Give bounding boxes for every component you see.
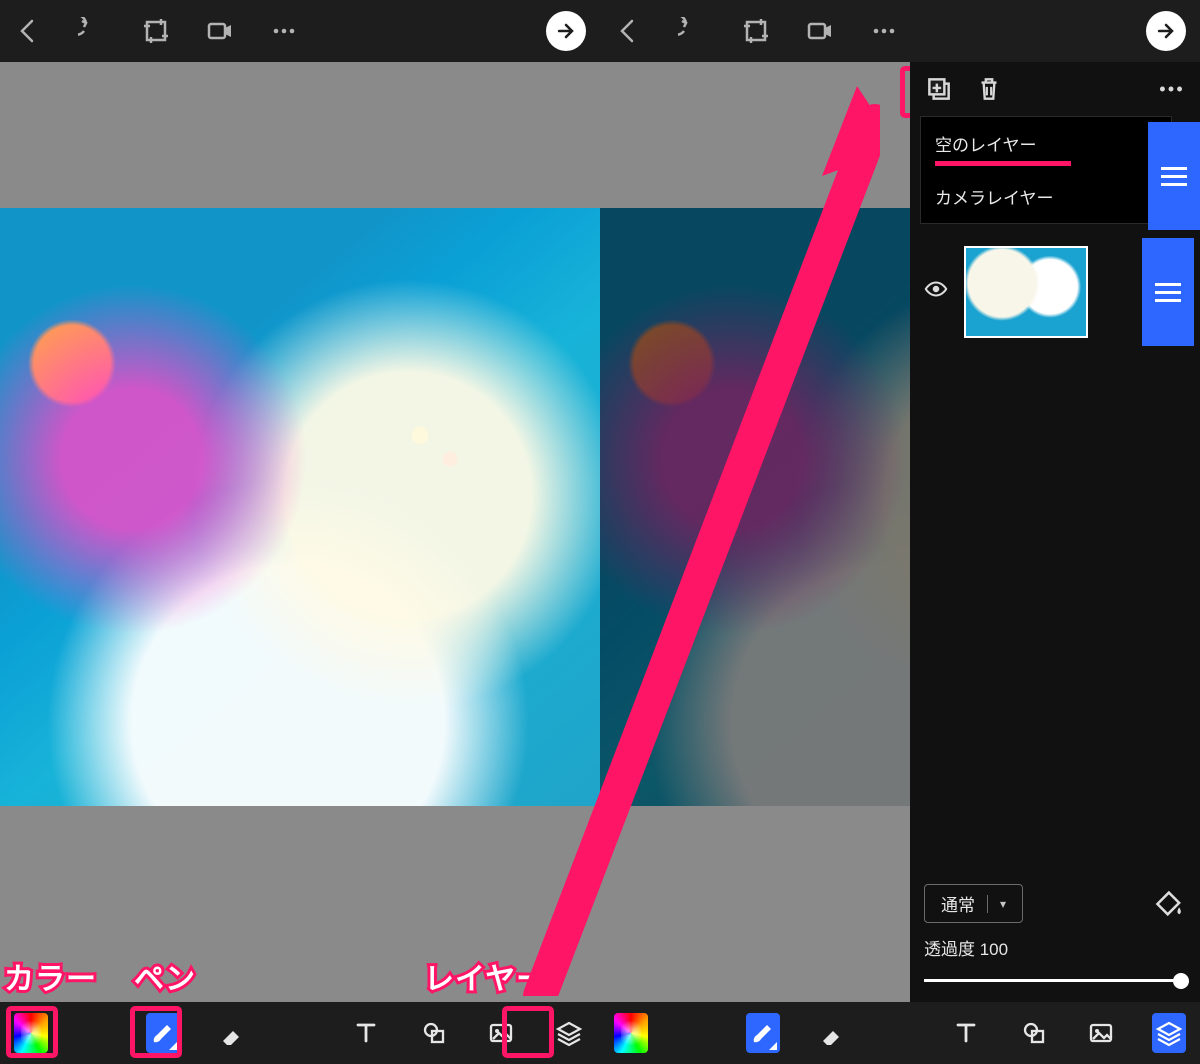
record-icon[interactable]: [806, 17, 834, 45]
color-tool[interactable]: [614, 1013, 648, 1053]
eraser-tool[interactable]: [814, 1013, 848, 1053]
back-icon[interactable]: [614, 17, 642, 45]
image-tool[interactable]: [485, 1013, 519, 1053]
layer-drag-handle[interactable]: [1142, 238, 1194, 346]
layer-row[interactable]: [910, 238, 1200, 346]
add-layer-icon[interactable]: [924, 74, 954, 104]
canvas[interactable]: [0, 62, 600, 1002]
brush-tool[interactable]: [746, 1013, 780, 1053]
hl-underline: [935, 161, 1071, 166]
opacity-slider[interactable]: [924, 972, 1186, 988]
visibility-eye-icon[interactable]: [916, 276, 956, 309]
trash-icon[interactable]: [974, 74, 1004, 104]
more-icon[interactable]: [270, 17, 298, 45]
blend-mode-label: 通常: [941, 891, 975, 916]
text-tool[interactable]: [349, 1013, 383, 1053]
layers-tool[interactable]: [1152, 1013, 1186, 1053]
layers-tool[interactable]: [552, 1013, 586, 1053]
eraser-tool[interactable]: [214, 1013, 248, 1053]
bottom-toolbar: [600, 1002, 1200, 1064]
crop-icon[interactable]: [742, 17, 770, 45]
topbar: [0, 0, 600, 62]
bottom-toolbar: [0, 1002, 600, 1064]
topbar: [600, 0, 1200, 62]
more-icon[interactable]: [870, 17, 898, 45]
undo-icon[interactable]: [78, 17, 106, 45]
photo: [0, 208, 600, 806]
record-icon[interactable]: [206, 17, 234, 45]
brush-tool[interactable]: [146, 1013, 180, 1053]
chevron-down-icon: ▾: [1000, 897, 1006, 911]
layers-panel: 空のレイヤー カメラレイヤー 通常 ▾ 透過度 100: [910, 62, 1200, 1002]
undo-icon[interactable]: [678, 17, 706, 45]
add-layer-menu: 空のレイヤー カメラレイヤー: [920, 116, 1172, 224]
more-icon[interactable]: [1156, 74, 1186, 104]
next-button[interactable]: [546, 11, 586, 51]
color-tool[interactable]: [14, 1013, 48, 1053]
next-button[interactable]: [1146, 11, 1186, 51]
opacity-label: 透過度 100: [924, 935, 1186, 960]
layer-thumb[interactable]: [964, 246, 1088, 338]
crop-icon[interactable]: [142, 17, 170, 45]
image-tool[interactable]: [1085, 1013, 1119, 1053]
shape-tool[interactable]: [417, 1013, 451, 1053]
bucket-icon[interactable]: [1154, 888, 1186, 920]
text-tool[interactable]: [949, 1013, 983, 1053]
layer-drag-handle[interactable]: [1148, 122, 1200, 230]
shape-tool[interactable]: [1017, 1013, 1051, 1053]
back-icon[interactable]: [14, 17, 42, 45]
menu-camera-layer[interactable]: カメラレイヤー: [921, 170, 1171, 223]
blend-mode-select[interactable]: 通常 ▾: [924, 884, 1023, 923]
